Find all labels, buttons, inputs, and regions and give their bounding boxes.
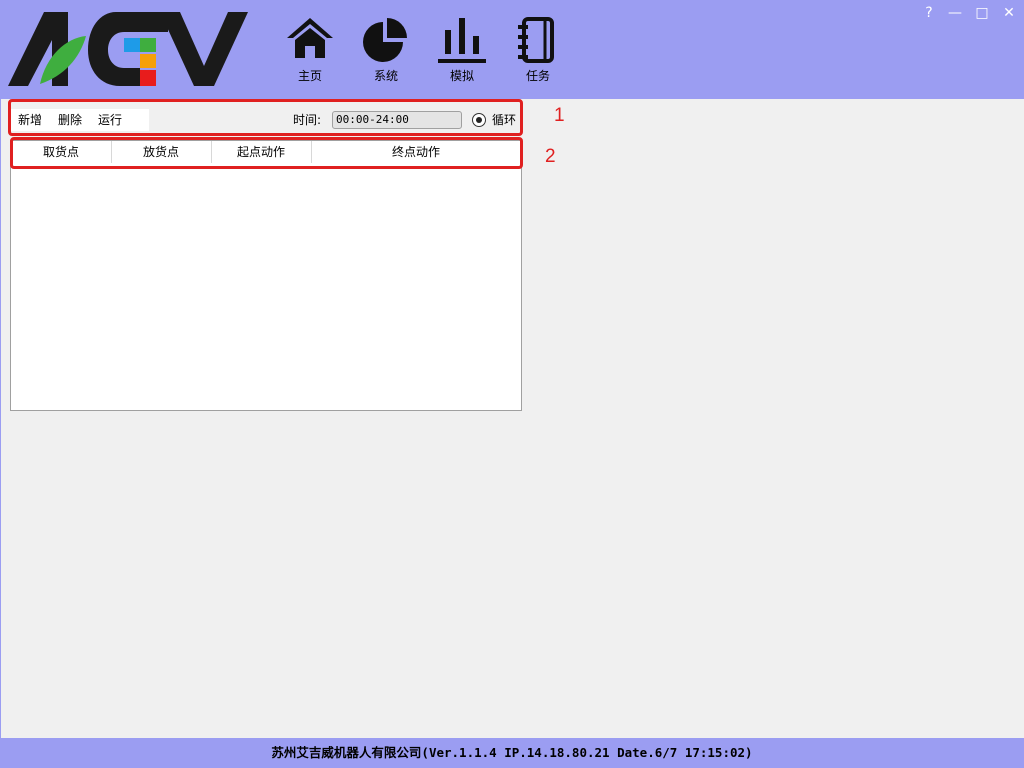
minimize-button[interactable]: — (944, 3, 966, 23)
loop-label[interactable]: 循环 (492, 109, 516, 131)
delete-button[interactable]: 删除 (58, 109, 82, 131)
maximize-button[interactable]: □ (971, 3, 993, 23)
loop-radio[interactable] (472, 113, 486, 127)
task-table[interactable]: 取货点 放货点 起点动作 终点动作 (10, 140, 522, 411)
header-bar: 主页 系统 模拟 任务 ? — □ ✕ (0, 0, 1024, 99)
table-header: 取货点 放货点 起点动作 终点动作 (11, 141, 521, 163)
nav-home[interactable]: 主页 (278, 16, 342, 86)
column-header-end-action[interactable]: 终点动作 (311, 141, 521, 163)
close-button[interactable]: ✕ (998, 3, 1020, 23)
nav-system[interactable]: 系统 (354, 16, 418, 86)
annotation-number-2: 2 (545, 146, 556, 167)
pie-chart-icon (363, 18, 407, 62)
nav-home-label: 主页 (297, 69, 322, 83)
notebook-icon (518, 17, 554, 63)
nav-simulate[interactable]: 模拟 (430, 16, 494, 86)
toolbar-button-group: 新增 删除 运行 (11, 109, 149, 131)
help-button[interactable]: ? (918, 3, 940, 23)
nav-simulate-label: 模拟 (449, 69, 474, 83)
column-header-start-action[interactable]: 起点动作 (211, 141, 312, 163)
agv-logo (8, 12, 248, 86)
nav-system-label: 系统 (373, 69, 398, 83)
column-header-pickup[interactable]: 取货点 (11, 141, 112, 163)
annotation-number-1: 1 (554, 105, 565, 126)
home-icon (287, 18, 333, 58)
time-label: 时间: (293, 113, 322, 127)
add-button[interactable]: 新增 (18, 109, 42, 131)
window-border (0, 99, 1, 738)
run-button[interactable]: 运行 (98, 109, 122, 131)
status-footer: 苏州艾吉威机器人有限公司(Ver.1.1.4 IP.14.18.80.21 Da… (0, 738, 1024, 768)
column-header-dropoff[interactable]: 放货点 (111, 141, 212, 163)
task-toolbar: 新增 删除 运行 时间: 00:00-24:00 循环 (11, 109, 519, 131)
nav-tasks[interactable]: 任务 (506, 16, 570, 86)
time-range-input[interactable]: 00:00-24:00 (332, 111, 462, 129)
bar-chart-icon (438, 18, 486, 63)
nav-tasks-label: 任务 (525, 69, 550, 83)
